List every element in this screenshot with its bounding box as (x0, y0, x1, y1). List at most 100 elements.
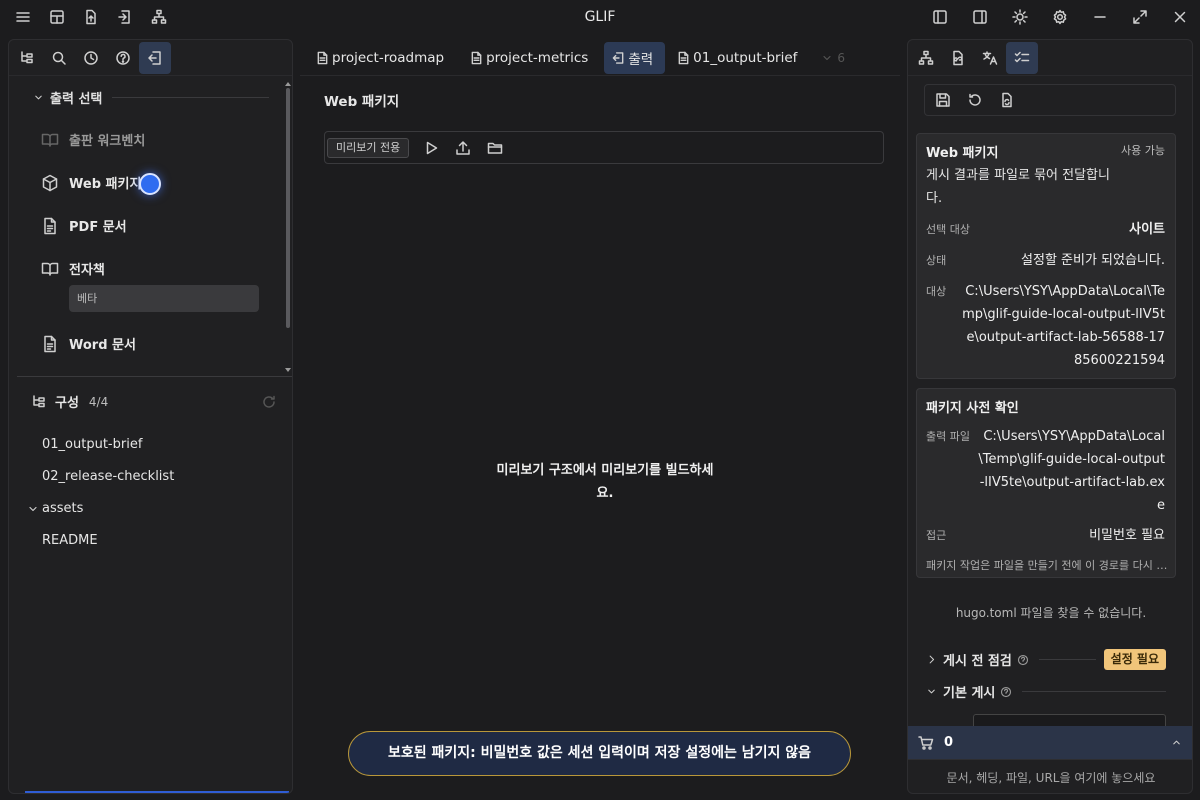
output-icon[interactable] (139, 41, 171, 74)
tab-bar: project-roadmap project-metrics 출력 01_ou… (300, 41, 900, 75)
open-folder-button[interactable] (479, 134, 511, 162)
close-icon[interactable] (1160, 2, 1200, 32)
help-icon[interactable] (1017, 654, 1029, 666)
composition-count: 4/4 (88, 394, 109, 409)
composition-header: 구성 4/4 (31, 392, 277, 411)
web-package-card: Web 패키지 사용 가능 게시 결과를 파일로 묶어 전달합니다. 선택 대상… (916, 133, 1176, 379)
output-item-workbench[interactable]: 출판 워크벤치 (41, 130, 145, 149)
protected-package-toast: 보호된 패키지: 비밀번호 값은 세션 입력이며 저장 설정에는 남기지 않음 (348, 731, 851, 776)
access-label: 접근 (926, 529, 947, 542)
maximize-icon[interactable] (1120, 2, 1160, 32)
access-value: 비밀번호 필요 (1089, 528, 1165, 543)
chevron-down-icon (928, 689, 935, 694)
output-item-label: 전자책 (69, 263, 105, 278)
pre-publish-check-row[interactable]: 게시 전 점검 설정 필요 (926, 649, 1166, 670)
output-item-pdf[interactable]: PDF 문서 (41, 216, 127, 235)
tab-label: project-metrics (486, 50, 589, 66)
hierarchy-icon[interactable] (142, 2, 176, 32)
cart-icon (918, 735, 934, 750)
tab-divider (300, 75, 900, 76)
tab-label: 01_output-brief (693, 50, 798, 66)
output-item-word[interactable]: Word 문서 (41, 334, 136, 353)
theme-icon[interactable] (1000, 2, 1040, 32)
output-item-ebook[interactable]: 전자책 (41, 259, 105, 278)
tab-label: project-roadmap (332, 50, 445, 66)
pre-publish-label: 게시 전 점검 (943, 654, 1012, 669)
output-item-label: PDF 문서 (69, 220, 127, 235)
editor-area: project-roadmap project-metrics 출력 01_ou… (300, 39, 900, 800)
preview-empty-message: 미리보기 구조에서 미리보기를 빌드하세요. (496, 463, 714, 501)
page-title: Web 패키지 (324, 94, 400, 110)
menu-icon[interactable] (6, 2, 40, 32)
file-icon (471, 51, 482, 65)
state-label: 상태 (926, 254, 947, 267)
file-link-icon[interactable] (942, 42, 974, 74)
chevron-up-icon[interactable] (1171, 737, 1182, 748)
tab-output-brief[interactable]: 01_output-brief (665, 42, 807, 74)
tab-project-metrics[interactable]: project-metrics (454, 42, 598, 74)
right-panel: Web 패키지 사용 가능 게시 결과를 파일로 묶어 전달합니다. 선택 대상… (907, 39, 1193, 794)
panel-divider (17, 376, 292, 377)
layout-icon[interactable] (40, 2, 74, 32)
outline-icon[interactable] (11, 42, 43, 74)
chevron-down-icon (823, 55, 831, 61)
drop-zone[interactable]: 문서, 헤딩, 파일, URL을 여기에 놓으세요 (908, 759, 1192, 793)
settings-icon[interactable] (1040, 2, 1080, 32)
precheck-note: 패키지 작업은 파일을 만들기 전에 이 경로를 다시 확인합니다. (926, 559, 1171, 572)
setup-required-badge: 설정 필요 (1103, 649, 1166, 670)
refresh-icon[interactable] (959, 84, 991, 116)
play-icon (426, 141, 438, 154)
tab-project-roadmap[interactable]: project-roadmap (300, 42, 454, 74)
refresh-icon[interactable] (261, 394, 277, 410)
output-item-label: 출판 워크벤치 (69, 134, 146, 149)
scroll-down-icon[interactable] (284, 366, 292, 374)
tree-item-folder[interactable]: assets (27, 501, 83, 516)
translate-icon[interactable] (974, 42, 1006, 74)
destination-value: C:\Users\YSY\AppData\Local\Temp\glif-gui… (962, 284, 1165, 368)
help-icon[interactable] (1000, 686, 1012, 698)
output-select-title: 출력 선택 (50, 92, 103, 107)
output-select-header[interactable]: 출력 선택 (33, 88, 269, 107)
hierarchy-icon[interactable] (910, 42, 942, 74)
output-item-label: Web 패키지 (69, 177, 142, 192)
tab-overflow-button[interactable]: 6 (821, 51, 845, 65)
scroll-up-icon[interactable] (284, 80, 292, 88)
basic-publish-row[interactable]: 기본 게시 (926, 682, 1166, 701)
row-divider (1022, 691, 1166, 692)
preview-only-chip: 미리보기 전용 (327, 137, 410, 158)
document-icon (44, 335, 56, 352)
tray-count: 0 (944, 735, 954, 750)
folder-icon (487, 142, 503, 154)
state-value: 설정할 준비가 되었습니다. (1021, 253, 1165, 268)
chevron-down-icon (35, 95, 42, 100)
checklist-icon[interactable] (1006, 41, 1038, 74)
save-icon[interactable] (927, 84, 959, 116)
file-sync-icon[interactable] (991, 84, 1023, 116)
left-panel-toolbar (9, 40, 292, 76)
upload-file-icon[interactable] (74, 2, 108, 32)
upload-icon (456, 140, 470, 155)
left-sidebar-icon[interactable] (920, 2, 960, 32)
search-icon[interactable] (43, 42, 75, 74)
left-panel: 출력 선택 출판 워크벤치 Web 패키지 PDF 문서 전자책 베타 Word… (8, 39, 293, 794)
play-button[interactable] (415, 134, 447, 162)
tree-item-file[interactable]: 02_release-checklist (42, 469, 174, 484)
preview-toolbar: 미리보기 전용 (324, 131, 884, 164)
hugo-missing-message: hugo.toml 파일을 찾을 수 없습니다. (955, 606, 1147, 620)
output-list-scrollbar[interactable] (286, 88, 290, 328)
export-icon[interactable] (108, 2, 142, 32)
target-value: 사이트 (1129, 222, 1165, 237)
output-item-web-package[interactable]: Web 패키지 (41, 173, 141, 192)
row-divider (1038, 659, 1096, 660)
help-icon[interactable] (107, 42, 139, 74)
tree-item-file[interactable]: README (42, 533, 98, 548)
upload-button[interactable] (447, 134, 479, 162)
history-icon[interactable] (75, 42, 107, 74)
tree-item-file[interactable]: 01_output-brief (42, 437, 142, 452)
title-bar-right-tools (920, 0, 1200, 34)
minimize-icon[interactable] (1080, 2, 1120, 32)
title-bar-left-tools (6, 0, 176, 34)
collection-tray[interactable]: 0 (908, 726, 1192, 759)
right-sidebar-icon[interactable] (960, 2, 1000, 32)
tab-output[interactable]: 출력 (604, 42, 666, 74)
